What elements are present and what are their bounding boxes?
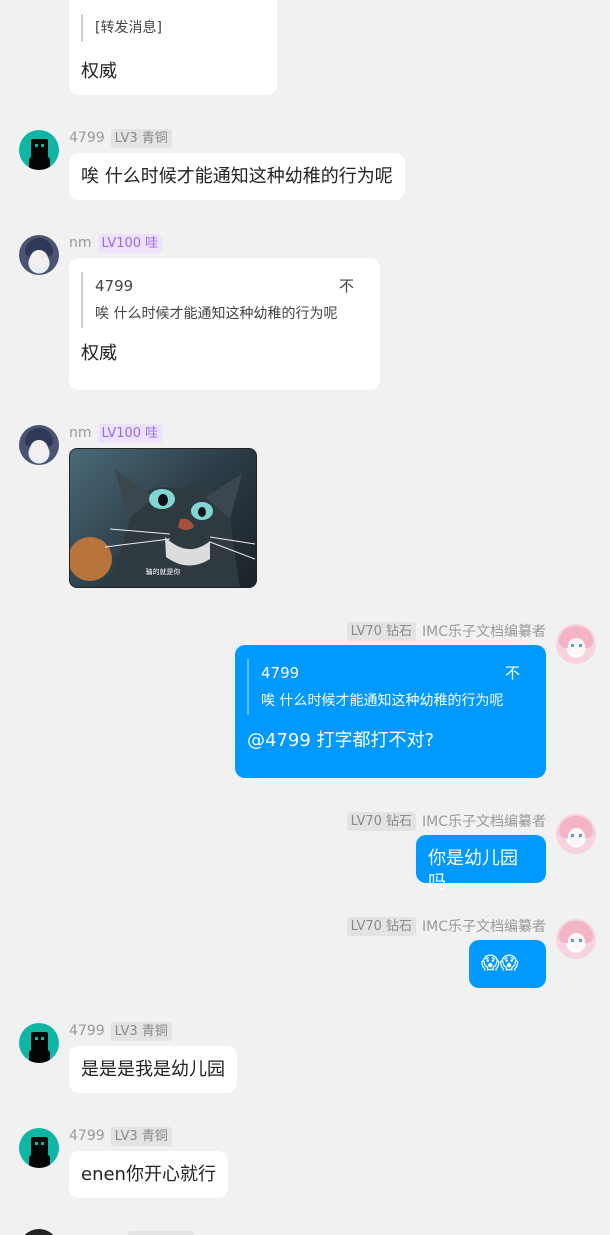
level-badge: LV70 钻石 [346, 621, 417, 641]
robot-avatar-icon[interactable] [19, 1128, 59, 1168]
pink-hair-avatar-icon[interactable] [556, 814, 596, 854]
message-bubble[interactable]: 是是是我是幼儿园 [69, 1046, 237, 1093]
sender-meta: LV70 钻石 IMC乐子文档编纂者 [346, 811, 546, 831]
message-bubble[interactable]: 唉 什么时候才能通知这种幼稚的行为呢 [69, 153, 405, 200]
level-badge [128, 1231, 194, 1235]
cat-photo[interactable]: 骗的就是你 [69, 448, 257, 588]
sender-name[interactable]: IMC乐子文档编纂者 [422, 916, 546, 936]
message-bubble[interactable]: 😱😱 [469, 940, 546, 988]
image-caption: 骗的就是你 [145, 568, 181, 576]
sender-meta: nm LV100 哇 [69, 233, 163, 253]
message-bubble[interactable]: [转发消息] 权威 [69, 0, 277, 95]
sender-name[interactable]: 4799 [69, 130, 105, 146]
sender-name[interactable]: nm [69, 235, 92, 251]
robot-avatar-icon[interactable] [19, 1229, 59, 1235]
level-badge: LV3 青铜 [110, 1021, 172, 1041]
message-text: 权威 [81, 61, 117, 82]
quote-text: 唉 什么时候才能通知这种幼稚的行为呢 [261, 693, 504, 709]
quote-mark: 不 [338, 277, 354, 295]
sender-name[interactable]: 4799 [69, 1128, 105, 1144]
sender-meta: 4799 LV3 青铜 [69, 1021, 172, 1041]
level-badge: LV100 哇 [97, 233, 163, 253]
message-text: 是是是我是幼儿园 [81, 1059, 225, 1080]
message-bubble[interactable]: 你是幼儿园吗 [416, 835, 546, 893]
quote-text: 唉 什么时候才能通知这种幼稚的行为呢 [95, 306, 338, 322]
level-badge: LV3 青铜 [110, 1126, 172, 1146]
sender-meta: 4799 LV3 青铜 [69, 1126, 172, 1146]
message-bubble[interactable]: enen你开心就行 [69, 1151, 228, 1198]
sender-meta: LV70 钻石 IMC乐子文档编纂者 [346, 916, 546, 936]
sender-meta: 4799 LV3 青铜 [69, 128, 172, 148]
message-bubble[interactable]: 4799 不 唉 什么时候才能通知这种幼稚的行为呢 @4799 打字都打不对? [235, 645, 546, 778]
forward-quote[interactable]: [转发消息] [81, 14, 265, 42]
forward-label: [转发消息] [95, 20, 162, 36]
reply-quote[interactable]: 4799 不 唉 什么时候才能通知这种幼稚的行为呢 [247, 659, 534, 715]
anime-girl-avatar-icon[interactable] [19, 425, 59, 465]
sender-name[interactable]: IMC乐子文档编纂者 [422, 811, 546, 831]
sender-meta: LV70 钻石 IMC乐子文档编纂者 [346, 621, 546, 641]
pink-hair-avatar-icon[interactable] [556, 624, 596, 664]
message-text: 唉 什么时候才能通知这种幼稚的行为呢 [81, 166, 393, 187]
robot-avatar-icon[interactable] [19, 130, 59, 170]
quote-mark: 不 [504, 664, 520, 682]
message-text: 权威 [81, 343, 117, 364]
sender-meta: nm LV100 哇 [69, 423, 163, 443]
message-bubble[interactable]: 4799 不 唉 什么时候才能通知这种幼稚的行为呢 权威 [69, 258, 380, 390]
quote-sender: 4799 [95, 277, 134, 295]
anime-girl-avatar-icon[interactable] [19, 235, 59, 275]
message-text: @4799 打字都打不对? [247, 730, 435, 751]
sender-name[interactable]: nm [69, 425, 92, 441]
level-badge: LV70 钻石 [346, 811, 417, 831]
sender-name[interactable]: IMC乐子文档编纂者 [422, 621, 546, 641]
level-badge: LV100 哇 [97, 423, 163, 443]
robot-avatar-icon[interactable] [19, 1023, 59, 1063]
level-badge: LV70 钻石 [346, 916, 417, 936]
message-text: enen你开心就行 [81, 1164, 216, 1185]
sender-name[interactable]: 4799 [69, 1023, 105, 1039]
message-text: 😱😱 [481, 953, 519, 974]
level-badge: LV3 青铜 [110, 128, 172, 148]
reply-quote[interactable]: 4799 不 唉 什么时候才能通知这种幼稚的行为呢 [81, 272, 368, 328]
pink-hair-avatar-icon[interactable] [556, 919, 596, 959]
message-text: 你是幼儿园吗 [428, 848, 518, 893]
quote-sender: 4799 [261, 664, 300, 682]
